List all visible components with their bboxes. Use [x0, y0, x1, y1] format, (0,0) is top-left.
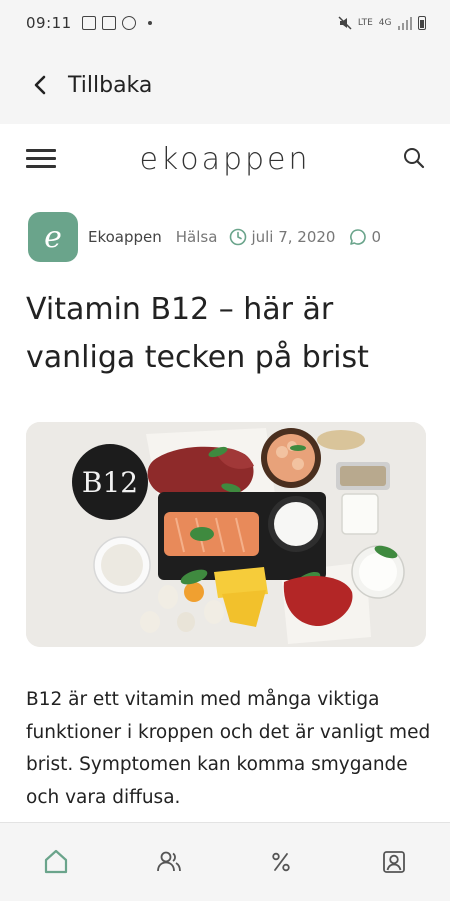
back-arrow-icon[interactable]: [30, 75, 50, 95]
clock-icon: [230, 228, 247, 246]
b12-board-label: B12: [82, 466, 138, 499]
article-title: Vitamin B12 – här är vanliga tecken på b…: [26, 292, 369, 375]
signal-icon: [397, 16, 412, 30]
site-header: ekoappen: [0, 124, 450, 194]
percent-icon: [272, 852, 290, 872]
battery-icon: [418, 16, 426, 30]
gallery-notification-icon: [81, 16, 96, 30]
linkedin-notification-icon: [101, 16, 116, 30]
article-meta: e Ekoappen Hälsa juli 7, 2020 0: [28, 212, 381, 262]
article-body: B12 är ett vitamin med många viktiga fun…: [26, 689, 431, 808]
profile-icon: [382, 851, 405, 873]
people-icon: [156, 851, 181, 872]
site-logo[interactable]: ekoappen: [139, 142, 310, 177]
lte-label: LTE: [357, 18, 373, 28]
date-text: juli 7, 2020: [251, 228, 336, 246]
search-icon[interactable]: [402, 146, 426, 170]
nav-community[interactable]: [139, 832, 199, 892]
author-name[interactable]: Ekoappen: [88, 228, 162, 246]
nav-home[interactable]: [26, 832, 86, 892]
nav-profile[interactable]: [364, 832, 424, 892]
status-notification-icons: [81, 16, 152, 30]
status-system-icons: LTE 4G: [338, 0, 426, 46]
comment-icon: [350, 229, 367, 245]
comment-count: 0: [371, 228, 382, 246]
comments-link[interactable]: 0: [349, 228, 381, 246]
nav-offers[interactable]: [251, 832, 311, 892]
hotspot-notification-icon: [121, 16, 136, 30]
more-notifications-icon: [147, 21, 152, 25]
status-time: 09:11: [26, 14, 72, 32]
article-hero-image: B12: [26, 422, 426, 647]
post-date: juli 7, 2020: [229, 228, 335, 246]
mute-icon: [338, 16, 352, 30]
back-label[interactable]: Tillbaka: [68, 73, 152, 98]
menu-icon[interactable]: [26, 149, 56, 169]
4g-label: 4G: [378, 18, 392, 28]
home-icon: [45, 849, 68, 874]
bottom-nav: [0, 822, 450, 901]
app-back-header: Tillbaka: [0, 46, 450, 124]
category-link[interactable]: Hälsa: [176, 228, 218, 246]
avatar-letter: e: [44, 219, 62, 255]
author-avatar[interactable]: e: [28, 212, 78, 262]
status-bar: 09:11 LTE 4G: [0, 0, 450, 46]
